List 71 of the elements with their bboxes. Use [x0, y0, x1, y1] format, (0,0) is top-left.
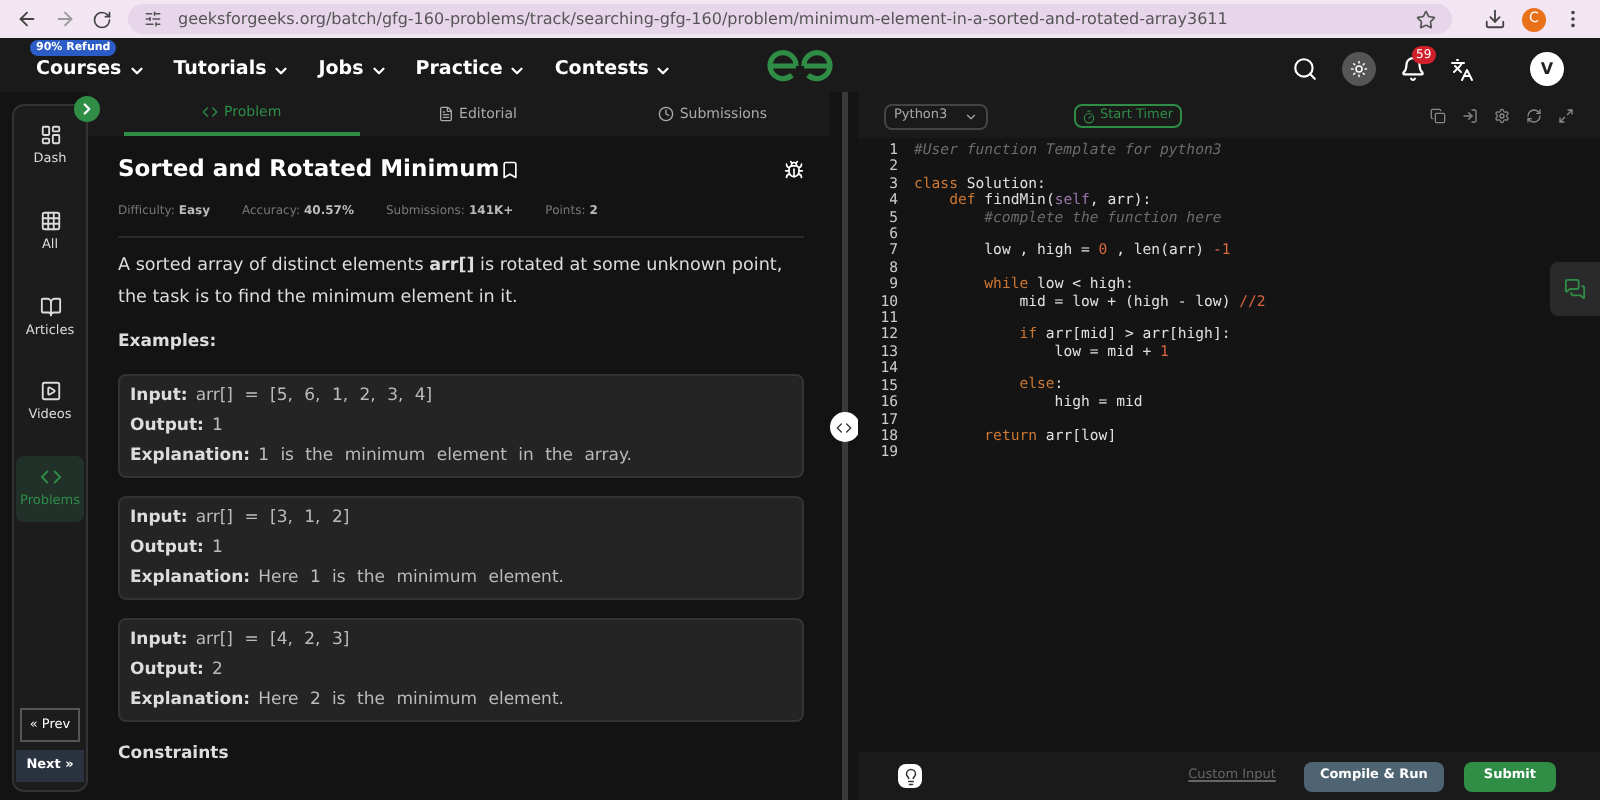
example-text: 1 is the minimum element in the array.	[258, 444, 633, 468]
theme-toggle[interactable]	[1342, 52, 1376, 86]
document-icon	[437, 106, 454, 122]
book-icon	[39, 295, 61, 317]
chat-icon	[1564, 278, 1586, 300]
example-label: Output:	[130, 658, 204, 682]
code-icon	[39, 466, 61, 488]
nav-menu-item[interactable]: Contests	[554, 56, 673, 86]
import-icon[interactable]	[1462, 108, 1478, 124]
example-text: arr[] = [5, 6, 1, 2, 3, 4]	[195, 384, 433, 408]
example-label: Input:	[130, 506, 188, 530]
fullscreen-icon[interactable]	[1558, 108, 1574, 124]
expand-button[interactable]	[74, 96, 100, 122]
problem-title: Sorted and Rotated Minimum	[118, 152, 500, 186]
user-avatar[interactable]: V	[1530, 52, 1564, 86]
back-icon[interactable]	[16, 8, 38, 30]
address-bar[interactable]: geeksforgeeks.org/batch/gfg-160-problems/track/searching-gfg-160/problem/minimum-element-in-a-sorted-and-rotated-array3611	[128, 4, 1452, 34]
nav-menu-item[interactable]: Practice	[415, 56, 527, 86]
example-text: Here 2 is the minimum element.	[258, 688, 564, 712]
chevron-down-icon	[964, 109, 978, 123]
notification-bell-icon[interactable]	[1400, 56, 1426, 82]
dashboard-icon	[39, 124, 61, 146]
clock-icon	[657, 106, 674, 122]
example-label: Explanation:	[130, 444, 251, 468]
chevron-down-icon	[272, 62, 291, 80]
code-icon	[202, 104, 219, 120]
bug-report-icon[interactable]	[784, 159, 804, 180]
url-text: geeksforgeeks.org/batch/gfg-160-problems/track/searching-gfg-160/problem/minimum-element-in-a-sorted-and-rotated-array3611	[178, 7, 1228, 31]
logo-icon[interactable]	[766, 48, 834, 82]
hint-button[interactable]	[898, 764, 922, 788]
chevron-down-icon	[508, 62, 527, 80]
nav-menu-item[interactable]: Courses	[36, 56, 146, 86]
examples-heading: Examples:	[118, 330, 219, 356]
reset-icon[interactable]	[1526, 108, 1542, 124]
example-text: arr[] = [4, 2, 3]	[195, 628, 350, 652]
video-icon	[39, 380, 61, 403]
example-text: 1	[211, 414, 223, 438]
chevron-down-icon	[127, 62, 146, 80]
search-icon[interactable]	[1292, 56, 1318, 82]
example-text: 1	[211, 536, 223, 560]
example-label: Explanation:	[130, 566, 251, 590]
download-icon[interactable]	[1484, 8, 1506, 30]
timer-icon	[1082, 109, 1096, 123]
example-text: arr[] = [3, 1, 2]	[195, 506, 350, 530]
constraints-heading: Constraints	[118, 742, 231, 768]
lightbulb-icon	[901, 767, 919, 785]
settings-icon[interactable]	[1494, 108, 1510, 124]
code-icon	[836, 419, 852, 435]
sun-icon	[1350, 60, 1368, 78]
reload-icon[interactable]	[92, 9, 112, 29]
example-text: Here 1 is the minimum element.	[258, 566, 564, 590]
bookmark-star-icon[interactable]	[1416, 9, 1436, 29]
example-label: Output:	[130, 414, 204, 438]
example-label: Output:	[130, 536, 204, 560]
example-label: Explanation:	[130, 688, 251, 712]
problem-description: A sorted array of distinct elements arr[] is rotated at some unknown point, the task is to find the minimum element in it.	[118, 254, 785, 313]
chevron-down-icon	[654, 62, 673, 80]
chevron-right-icon	[78, 100, 96, 118]
resize-handle[interactable]	[829, 412, 859, 442]
translate-icon[interactable]	[1450, 57, 1474, 81]
chevron-down-icon	[369, 62, 388, 80]
copy-icon[interactable]	[1430, 108, 1446, 124]
chat-button[interactable]	[1550, 262, 1600, 316]
bookmark-icon[interactable]	[499, 159, 520, 180]
example-label: Input:	[130, 628, 188, 652]
grid-icon	[39, 209, 61, 232]
site-settings-icon[interactable]	[144, 10, 162, 28]
example-label: Input:	[130, 384, 188, 408]
example-text: 2	[211, 658, 223, 682]
nav-menu-item[interactable]: Tutorials	[173, 56, 291, 86]
nav-menu-item[interactable]: Jobs	[318, 56, 388, 86]
